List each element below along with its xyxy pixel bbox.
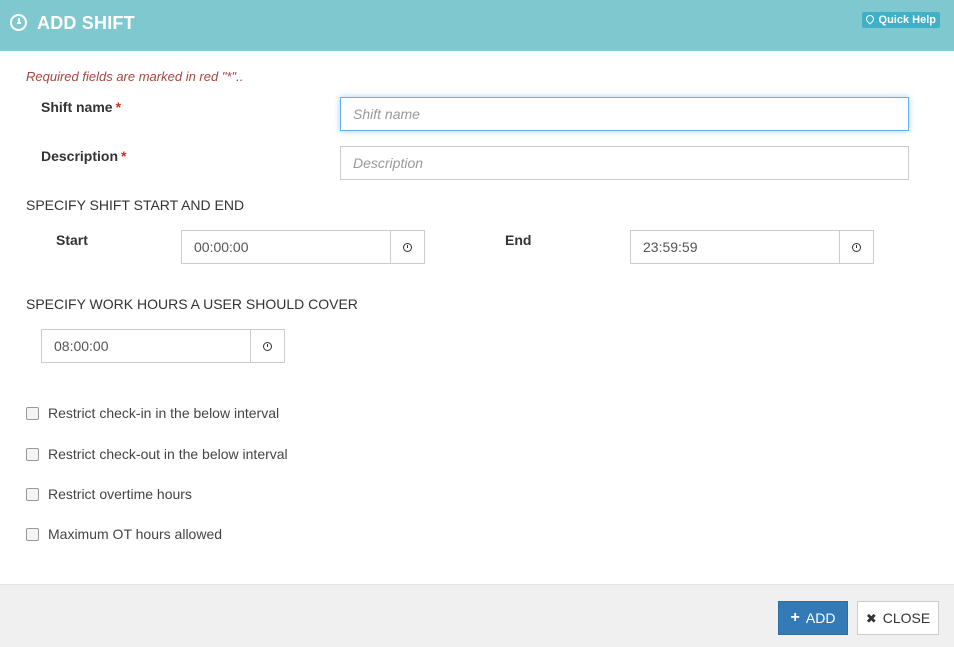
work-hours-time-button[interactable] (250, 329, 285, 363)
start-label: Start (56, 232, 88, 248)
restrict-checkout-row[interactable]: Restrict check-out in the below interval (26, 446, 288, 462)
restrict-checkin-label: Restrict check-in in the below interval (48, 405, 280, 421)
required-fields-note: Required fields are marked in red "*".. (26, 69, 244, 84)
shift-name-label: Shift name * (41, 99, 121, 115)
dialog-footer: + ADD ✖ CLOSE (0, 584, 954, 647)
clock-icon (852, 242, 861, 252)
shift-name-label-text: Shift name (41, 99, 113, 115)
required-star: * (115, 99, 122, 115)
end-time-input[interactable]: 23:59:59 (630, 230, 839, 264)
quick-help-label: Quick Help (878, 14, 936, 26)
description-input[interactable] (340, 146, 909, 180)
dialog-header: ADD SHIFT Quick Help (0, 0, 954, 51)
work-hours-picker: 08:00:00 (41, 329, 285, 363)
clock-icon (403, 242, 412, 252)
add-button-label: ADD (805, 610, 836, 626)
max-ot-hours-checkbox[interactable] (26, 527, 39, 541)
close-icon: ✖ (865, 610, 877, 626)
end-time-button[interactable] (839, 230, 874, 264)
shift-start-end-heading: SPECIFY SHIFT START AND END (26, 197, 245, 213)
dialog-title: ADD SHIFT (37, 13, 135, 33)
description-label-text: Description (41, 148, 119, 164)
add-button[interactable]: + ADD (778, 601, 848, 635)
description-label: Description * (41, 148, 126, 164)
end-time-picker: 23:59:59 (630, 230, 874, 264)
work-hours-heading: SPECIFY WORK HOURS A USER SHOULD COVER (26, 296, 358, 312)
restrict-checkout-label: Restrict check-out in the below interval (48, 446, 288, 462)
max-ot-hours-label: Maximum OT hours allowed (48, 526, 223, 542)
close-button-label: CLOSE (882, 610, 931, 626)
restrict-overtime-row[interactable]: Restrict overtime hours (26, 486, 192, 502)
quick-help-button[interactable]: Quick Help (861, 12, 940, 28)
start-time-button[interactable] (390, 230, 425, 264)
end-label: End (505, 232, 532, 248)
clock-icon (10, 14, 27, 31)
restrict-overtime-label: Restrict overtime hours (48, 486, 192, 502)
plus-icon: + (790, 609, 800, 626)
required-star: * (121, 148, 127, 164)
restrict-checkin-checkbox[interactable] (26, 406, 39, 420)
max-ot-hours-row[interactable]: Maximum OT hours allowed (26, 526, 222, 542)
restrict-checkout-checkbox[interactable] (26, 447, 39, 461)
start-time-picker: 00:00:00 (181, 230, 425, 264)
close-button[interactable]: ✖ CLOSE (857, 601, 939, 635)
clock-icon (263, 341, 272, 351)
work-hours-input[interactable]: 08:00:00 (41, 329, 250, 363)
start-time-input[interactable]: 00:00:00 (181, 230, 390, 264)
restrict-checkin-row[interactable]: Restrict check-in in the below interval (26, 405, 279, 421)
restrict-overtime-checkbox[interactable] (26, 487, 39, 501)
shift-name-input[interactable] (340, 97, 909, 131)
map-pin-icon (863, 13, 876, 25)
